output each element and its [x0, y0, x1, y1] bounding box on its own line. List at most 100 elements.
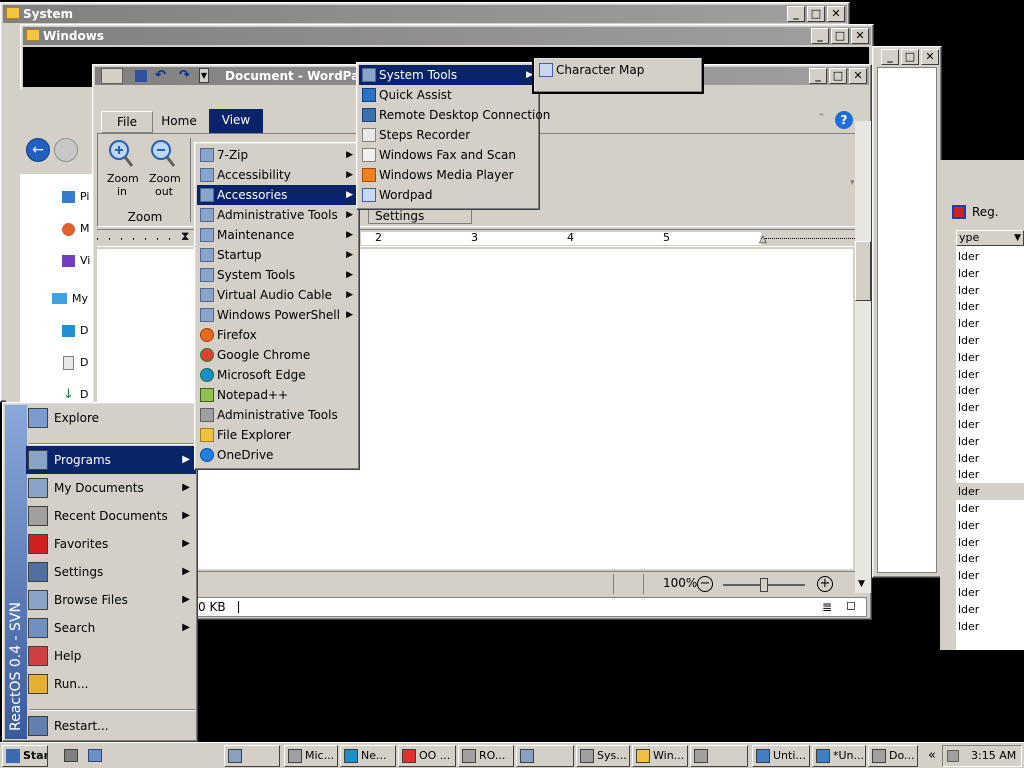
tray-expand-button[interactable]: « [924, 747, 940, 765]
close-button[interactable]: ✕ [851, 28, 869, 44]
table-row[interactable]: lder [956, 618, 1024, 635]
menu-item-remote-desktop-connection[interactable]: Remote Desktop Connection [359, 105, 550, 125]
taskbar-button-document[interactable]: Do... [868, 745, 918, 767]
menu-item-quick-assist[interactable]: Quick Assist [359, 85, 537, 105]
scroll-thumb[interactable] [855, 241, 871, 301]
maximize-button[interactable]: □ [831, 28, 849, 44]
menu-item-virtual-audio-cable[interactable]: Virtual Audio Cable ▶ [197, 285, 357, 305]
vertical-scrollbar[interactable]: ▼ [855, 121, 871, 593]
start-item-settings[interactable]: Settings ▶ [26, 558, 196, 586]
back-button[interactable]: ← [26, 138, 50, 162]
table-row[interactable]: lder [956, 433, 1024, 450]
table-row[interactable]: lder [956, 366, 1024, 383]
menu-item-startup[interactable]: Startup ▶ [197, 245, 357, 265]
menu-item-file-explorer[interactable]: File Explorer [197, 425, 357, 445]
zoom-slider[interactable] [723, 578, 805, 592]
table-row[interactable]: lder [956, 298, 1024, 315]
tab-home[interactable]: Home [157, 111, 201, 133]
zoom-out-button[interactable]: Zoom out [144, 138, 184, 204]
quick-launch-explorer-icon[interactable] [88, 749, 102, 762]
table-row[interactable]: lder [956, 483, 1024, 501]
quick-launch-desktop-icon[interactable] [64, 749, 78, 762]
tab-view[interactable]: View [209, 109, 263, 133]
dropdown-arrow-icon[interactable]: ▼ [1014, 231, 1021, 245]
reg-button[interactable]: Reg. [950, 202, 1020, 222]
table-row[interactable]: lder [956, 349, 1024, 366]
table-row[interactable]: lder [956, 550, 1024, 567]
menu-item-system-tools[interactable]: System Tools ▶ [359, 65, 537, 85]
taskbar-button-untitled[interactable]: Unti... [752, 745, 810, 767]
taskbar-button-folder[interactable]: Win... [632, 745, 688, 767]
table-row[interactable]: lder [956, 517, 1024, 534]
table-row[interactable]: lder [956, 282, 1024, 299]
zoom-in-button[interactable]: Zoom in [102, 138, 142, 204]
nav-item-this-pc[interactable]: My [50, 290, 94, 308]
help-icon[interactable]: ? [835, 111, 853, 129]
save-icon[interactable] [135, 70, 147, 82]
menu-item-microsoft-edge[interactable]: Microsoft Edge [197, 365, 357, 385]
maximize-button[interactable]: □ [807, 6, 825, 22]
minimize-button[interactable]: _ [811, 28, 829, 44]
redo-icon[interactable]: ↷ [179, 67, 190, 85]
start-item-favorites[interactable]: Favorites ▶ [26, 530, 196, 558]
menu-item-system-tools[interactable]: System Tools ▶ [197, 265, 357, 285]
menu-item-onedrive[interactable]: OneDrive [197, 445, 357, 465]
menu-item-windows-powershell[interactable]: Windows PowerShell ▶ [197, 305, 357, 325]
nav-item-pictures[interactable]: Pi [60, 188, 94, 206]
table-row[interactable]: lder [956, 248, 1024, 265]
table-row[interactable]: lder [956, 399, 1024, 416]
ruler-right-marker[interactable]: △ [759, 234, 767, 245]
taskbar-button-microsoft[interactable]: Mic... [284, 745, 338, 767]
nav-item-music[interactable]: M [60, 220, 94, 238]
taskbar-button-oo[interactable]: OO ... [398, 745, 456, 767]
table-row[interactable]: lder [956, 584, 1024, 601]
start-item-programs[interactable]: Programs ▶ [26, 446, 196, 474]
table-row[interactable]: lder [956, 265, 1024, 282]
menu-item-character-map[interactable]: Character Map [536, 60, 700, 80]
table-row[interactable]: lder [956, 601, 1024, 618]
start-item-help[interactable]: Help [26, 642, 196, 670]
type-column-header[interactable]: ype ▼ [956, 230, 1024, 246]
zoom-in-small-icon[interactable]: + [817, 576, 833, 592]
close-button[interactable]: ✕ [921, 49, 939, 65]
start-item-recent-documents[interactable]: Recent Documents ▶ [26, 502, 196, 530]
menu-item-wordpad[interactable]: Wordpad [359, 185, 537, 205]
view-mode-icon[interactable]: ≣ [822, 600, 832, 614]
minimize-button[interactable]: _ [809, 68, 827, 84]
menu-item-7-zip[interactable]: 7-Zip ▶ [197, 145, 357, 165]
system-titlebar[interactable]: System _ □ ✕ [3, 5, 847, 23]
table-row[interactable]: lder [956, 500, 1024, 517]
menu-item-administrative-tools[interactable]: Administrative Tools [197, 405, 357, 425]
start-item-my-documents[interactable]: My Documents ▶ [26, 474, 196, 502]
menu-item-maintenance[interactable]: Maintenance ▶ [197, 225, 357, 245]
taskbar-button-reactos[interactable]: RO... [458, 745, 514, 767]
table-row[interactable]: lder [956, 534, 1024, 551]
nav-item-videos[interactable]: Vi [60, 252, 94, 270]
windows-titlebar[interactable]: Windows _ □ ✕ [23, 27, 871, 45]
menu-item-accessories[interactable]: Accessories ▶ [197, 185, 357, 205]
forward-button[interactable] [54, 138, 78, 162]
close-button[interactable]: ✕ [849, 68, 867, 84]
taskbar-button-window[interactable] [224, 745, 280, 767]
ruler-indent-marker[interactable]: ⧗ [181, 230, 189, 242]
zoom-out-small-icon[interactable]: − [697, 576, 713, 592]
menu-item-windows-media-player[interactable]: Windows Media Player [359, 165, 537, 185]
nav-item-d2[interactable]: D [60, 354, 94, 372]
table-row[interactable]: lder [956, 416, 1024, 433]
network-icon[interactable] [947, 750, 959, 762]
start-item-search[interactable]: Search ▶ [26, 614, 196, 642]
nav-item-d1[interactable]: D [60, 322, 94, 340]
menu-item-accessibility[interactable]: Accessibility ▶ [197, 165, 357, 185]
table-row[interactable]: lder [956, 382, 1024, 399]
close-button[interactable]: ✕ [827, 6, 845, 22]
clock[interactable]: 3:15 AM [971, 749, 1016, 762]
maximize-button[interactable]: □ [829, 68, 847, 84]
taskbar-button-window[interactable] [690, 745, 748, 767]
taskbar-button-edge[interactable]: Ne... [340, 745, 396, 767]
start-item-run[interactable]: Run... [26, 670, 196, 698]
table-row[interactable]: lder [956, 315, 1024, 332]
menu-item-administrative-tools[interactable]: Administrative Tools ▶ [197, 205, 357, 225]
start-button[interactable]: Start [2, 745, 48, 767]
minimize-button[interactable]: _ [787, 6, 805, 22]
minimize-button[interactable]: _ [881, 49, 899, 65]
